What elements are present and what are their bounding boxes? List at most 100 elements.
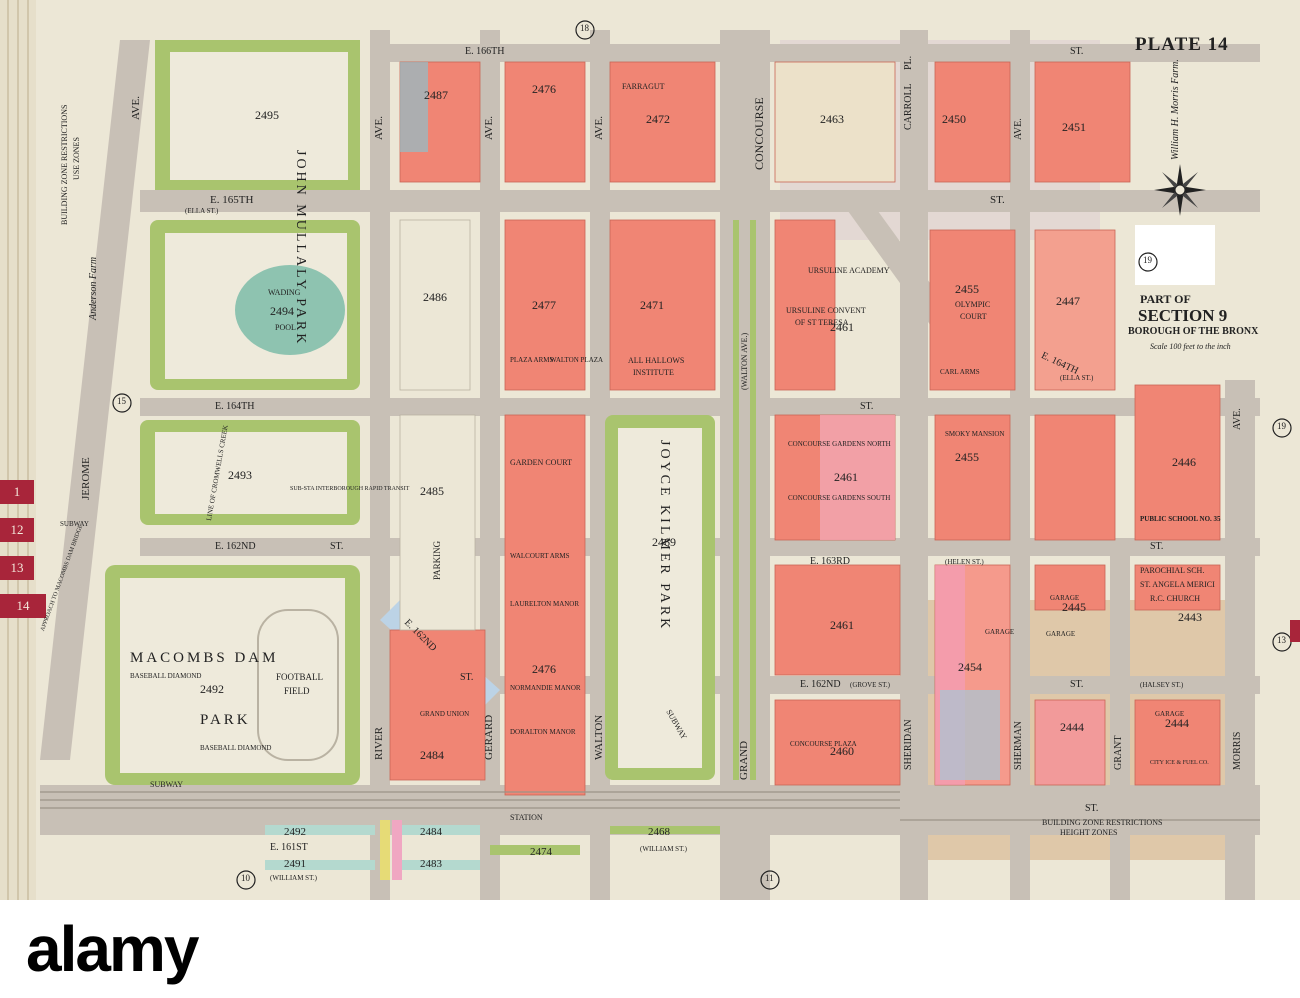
street-st: ST. [460, 672, 474, 683]
avenue-morris: MORRIS [1232, 731, 1243, 770]
walton-plaza-label: WALTON PLAZA [550, 356, 604, 364]
zone-left-title: BUILDING ZONE RESTRICTIONS [60, 104, 69, 225]
doralton-label: DORALTON MANOR [510, 728, 576, 736]
angela-merici-label: ST. ANGELA MERICI [1140, 580, 1215, 589]
avenue-grant: GRANT [1113, 735, 1124, 770]
block-number: 2492 [200, 682, 224, 696]
street-e165: E. 165TH [210, 194, 254, 206]
block-number: 2486 [423, 290, 447, 304]
sheet-number: 11 [765, 873, 774, 883]
sheet-number: 15 [117, 396, 126, 406]
block-number: 2443 [1178, 610, 1202, 624]
block-number: 2446 [1172, 455, 1196, 469]
street-st: ST. [860, 401, 874, 412]
carl-arms-label: CARL ARMS [940, 368, 980, 376]
avenue-label: AVE. [1232, 408, 1243, 430]
institute-label: INSTITUTE [633, 368, 674, 377]
block-number: 2485 [420, 484, 444, 498]
baseball-label: BASEBALL DIAMOND [130, 672, 202, 680]
avenue-grand: GRAND [738, 740, 750, 780]
sheet-number: 13 [1277, 635, 1286, 645]
street-st: ST. [1070, 679, 1084, 690]
block-number: 2484 [420, 748, 444, 762]
parochial-label: PAROCHIAL SCH. [1140, 566, 1205, 575]
place-carroll: CARROLL [903, 83, 914, 130]
block-number: 2491 [284, 858, 306, 870]
page-tab[interactable]: 13 [0, 556, 34, 580]
block-number: 2455 [955, 450, 979, 464]
block-number: 2454 [958, 660, 982, 674]
park-john-mullaly: JOHN MULLALY PARK [293, 150, 308, 347]
street-ella: (ELLA ST.) [185, 207, 219, 215]
concourse-gardens-south-label: CONCOURSE GARDENS SOUTH [788, 494, 891, 502]
subway-label: SUBWAY [60, 520, 89, 528]
subway-label: SUBWAY [150, 780, 184, 789]
farm-note-right: William H. Morris Farm. [1170, 59, 1181, 160]
normandie-label: NORMANDIE MANOR [510, 684, 581, 692]
garage-label: GARAGE [1046, 630, 1076, 638]
block-number: 2461 [834, 470, 858, 484]
avenue-walton: WALTON [593, 714, 605, 760]
garage-label: GARAGE [1050, 594, 1080, 602]
block-number: 2455 [955, 282, 979, 296]
block-number: 2444 [1060, 720, 1084, 734]
avenue-label: AVE. [373, 116, 385, 140]
street-ella: (ELLA ST.) [1060, 374, 1094, 382]
garage-label: GARAGE [1155, 710, 1185, 718]
avenue-river: RIVER [373, 727, 385, 760]
atlas-plate: 1 12 13 14 PLATE 14 PART OF SECTION 9 BO… [0, 0, 1300, 998]
wading-label: WADING [268, 288, 301, 297]
avenue-walton-alt: (WALTON AVE.) [740, 332, 749, 390]
block-number: 2463 [820, 112, 844, 126]
block-number: 2492 [284, 826, 306, 838]
farm-note-left: Anderson Farm [88, 256, 99, 320]
place-label: PL. [903, 55, 914, 70]
street-st: ST. [1150, 541, 1164, 552]
block-number: 2484 [420, 826, 442, 838]
block-number: 2451 [1062, 120, 1086, 134]
street-st: ST. [330, 541, 344, 552]
ursuline-convent-label: URSULINE CONVENT [786, 306, 866, 315]
block-number: 2445 [1062, 600, 1086, 614]
grand-union-label: GRAND UNION [420, 710, 470, 718]
street-e162: E. 162ND [215, 541, 256, 552]
block-number: 2483 [420, 858, 442, 870]
avenue-label: AVE. [130, 96, 142, 120]
street-e161: E. 161ST [270, 842, 308, 853]
street-grove: (GROVE ST.) [850, 681, 890, 689]
block-number: 2477 [532, 298, 556, 312]
park-macombs: MACOMBS DAM [130, 650, 279, 666]
concourse-plaza-label: CONCOURSE PLAZA [790, 740, 857, 748]
part-of-label: PART OF [1140, 292, 1191, 306]
block-number: 2472 [646, 112, 670, 126]
garden-court-label: GARDEN COURT [510, 458, 572, 467]
garage-label: GARAGE [985, 628, 1015, 636]
street-halsey: (HALSEY ST.) [1140, 681, 1184, 689]
street-helen: (HELEN ST.) [945, 558, 984, 566]
court-label: COURT [960, 312, 987, 321]
field-label: FIELD [284, 686, 310, 696]
concourse-gardens-north-label: CONCOURSE GARDENS NORTH [788, 440, 891, 448]
page-tab[interactable]: 12 [0, 518, 34, 542]
page-tab[interactable]: 1 [0, 480, 34, 504]
street-st: ST. [990, 194, 1005, 206]
block-number: 2476 [532, 82, 556, 96]
avenue-label: AVE. [593, 116, 605, 140]
park-label: PARK [200, 712, 251, 728]
street-e163: E. 163RD [810, 556, 850, 567]
st-teresa-label: OF ST TERESA [795, 318, 849, 327]
avenue-jerome: JEROME [80, 457, 92, 500]
smoky-mansion-label: SMOKY MANSION [945, 430, 1005, 438]
page-tab-active[interactable]: 14 [0, 594, 46, 618]
street-st: ST. [1070, 46, 1084, 57]
street-e164: E. 164TH [215, 401, 255, 412]
all-hallows-label: ALL HALLOWS [628, 356, 685, 365]
ursuline-academy-label: URSULINE ACADEMY [808, 266, 890, 275]
parking-label: PARKING [432, 540, 442, 580]
sheet-number: 10 [241, 873, 250, 883]
watermark-bar: alamy [0, 900, 1300, 998]
plaza-arms-label: PLAZA ARMS [510, 356, 554, 364]
street-e162b: E. 162ND [800, 679, 841, 690]
olympic-label: OLYMPIC [955, 300, 991, 309]
plate-title: PLATE 14 [1135, 34, 1229, 55]
